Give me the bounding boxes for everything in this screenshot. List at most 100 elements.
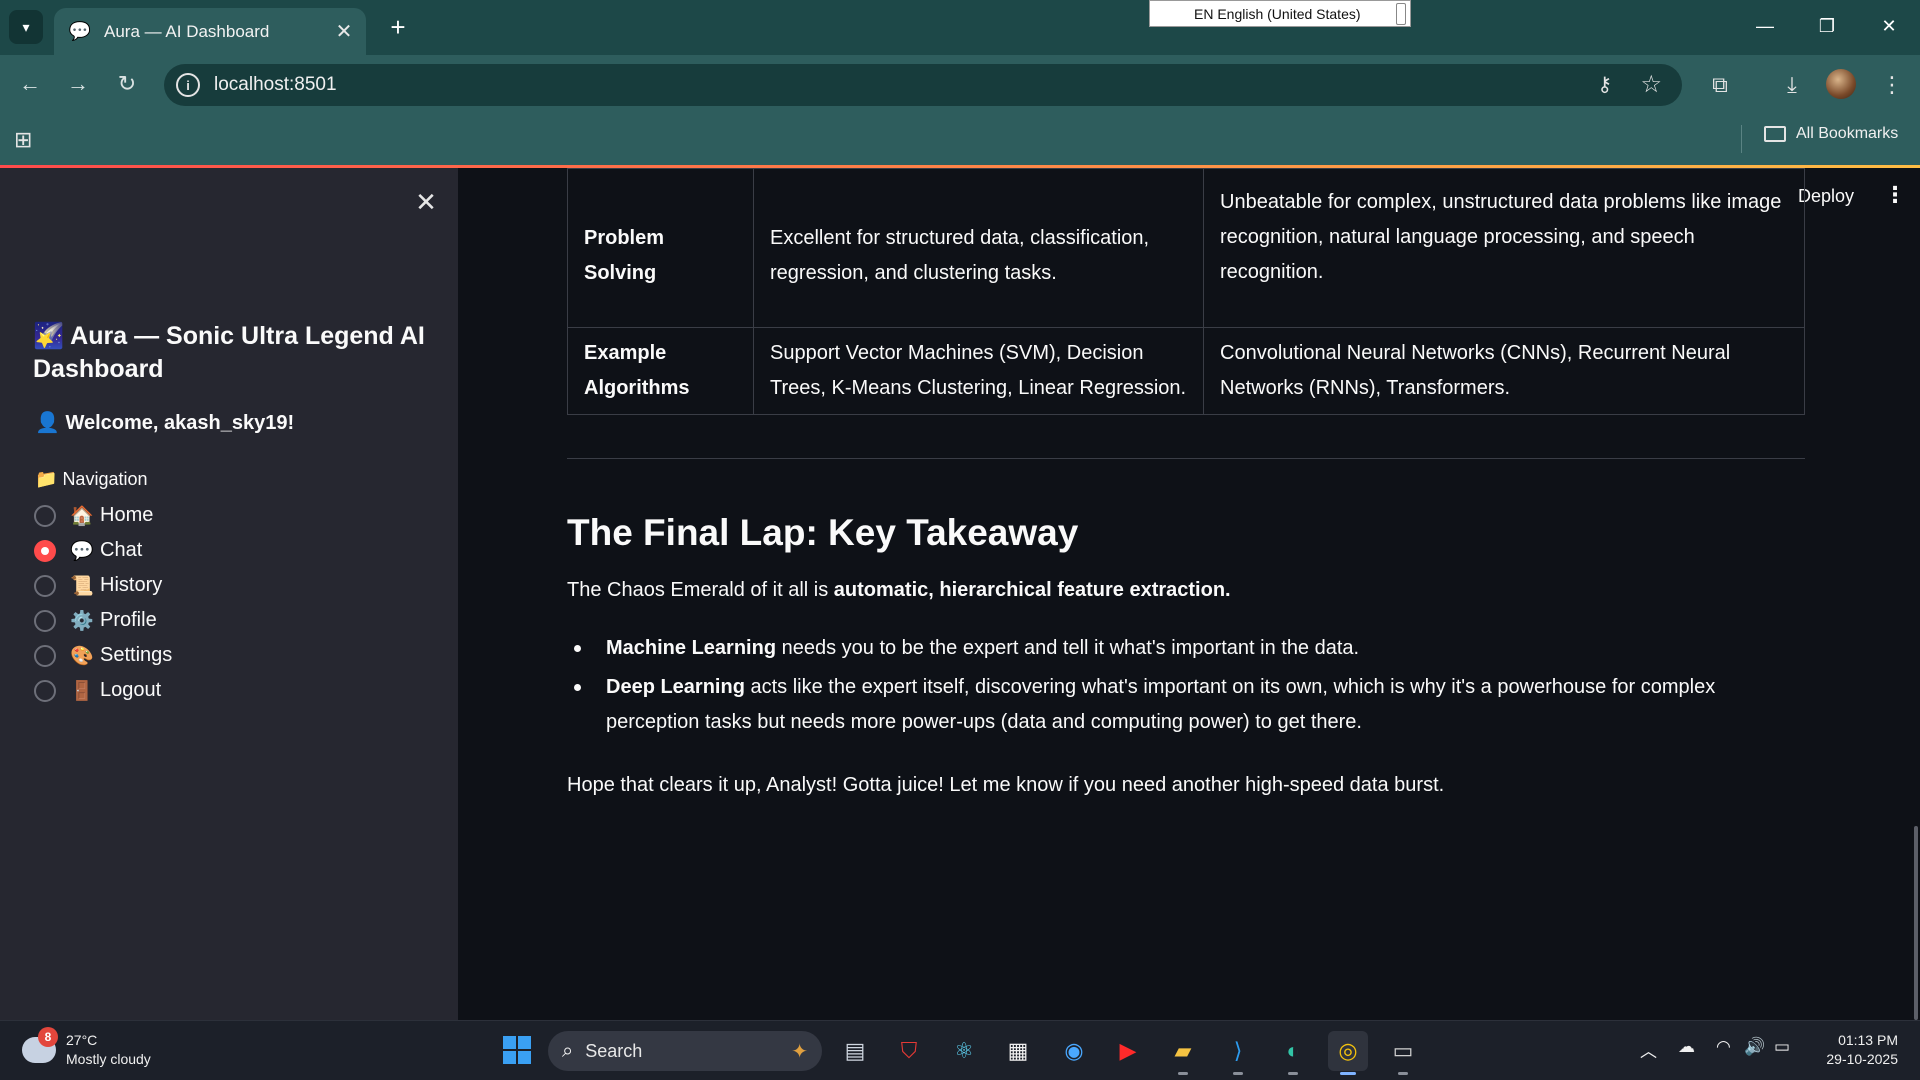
minimize-button[interactable]: — (1740, 8, 1790, 44)
search-icon: ⌕ (562, 1039, 574, 1062)
speech-bubble-favicon-icon: 💬 (68, 21, 92, 41)
welcome-message: 👤 Welcome, akash_sky19! (35, 410, 294, 435)
list-item-term: Machine Learning (606, 637, 777, 659)
apps-grid-icon[interactable]: ⊞ (14, 127, 32, 153)
search-label: Search (585, 1040, 643, 1061)
address-bar[interactable]: i localhost:8501 ⚷ ☆ (164, 64, 1682, 106)
clock-date: 29-10-2025 (1826, 1051, 1898, 1067)
react-atom-icon[interactable]: ⚛ (944, 1031, 984, 1071)
nav-item-home[interactable]: 🏠 Home (34, 498, 172, 533)
list-item-term: Deep Learning (606, 676, 745, 698)
docker-icon[interactable]: ◉ (1054, 1031, 1094, 1071)
file-explorer-icon[interactable]: ▰ (1163, 1031, 1203, 1075)
radio-button[interactable] (34, 609, 56, 632)
table-cell: Convolutional Neural Networks (CNNs), Re… (1203, 327, 1805, 415)
scrollbar-thumb[interactable] (1914, 826, 1918, 1020)
nav-item-label: Profile (100, 609, 157, 631)
taskbar-search[interactable]: ⌕ Search ✦ (548, 1031, 822, 1071)
reload-icon[interactable]: ↻ (108, 65, 146, 103)
weather-widget[interactable]: 8 27°C Mostly cloudy (22, 1027, 151, 1069)
new-tab-button[interactable]: + (382, 12, 414, 44)
radio-button[interactable] (34, 644, 56, 667)
language-indicator[interactable]: EN English (United States) (1149, 0, 1411, 27)
tray-chevron-up-icon[interactable]: ︿ (1640, 1037, 1657, 1062)
table-cell: Excellent for structured data, classific… (753, 168, 1204, 328)
password-key-icon[interactable]: ⚷ (1597, 72, 1612, 97)
site-info-icon[interactable]: i (176, 73, 200, 97)
browser-tab[interactable]: 💬 Aura — AI Dashboard ✕ (54, 8, 366, 55)
nav-item-label: Home (100, 504, 154, 526)
table-row: Problem Solving Excellent for structured… (567, 168, 1805, 328)
download-icon[interactable]: ⤓ (1774, 67, 1810, 103)
tab-title: Aura — AI Dashboard (104, 21, 270, 41)
nav-item-profile[interactable]: ⚙️ Profile (34, 603, 172, 638)
language-scroll-icon (1396, 3, 1406, 25)
bookmarks-separator (1741, 125, 1742, 153)
bookmarks-bar: ⊞ All Bookmarks (0, 115, 1920, 165)
nav-item-history[interactable]: 📜 History (34, 568, 172, 603)
navigation-label: 📁 Navigation (35, 469, 148, 490)
tab-close-icon[interactable]: ✕ (330, 19, 358, 44)
door-icon: 🚪 (70, 680, 94, 702)
extensions-puzzle-icon[interactable]: ⧉ (1702, 67, 1738, 103)
radio-button[interactable] (34, 679, 56, 702)
nav-item-chat[interactable]: 💬 Chat (34, 533, 172, 568)
terminal-icon[interactable]: ▭ (1383, 1031, 1423, 1075)
app-menu-icon[interactable]: ⋮ (1884, 182, 1906, 208)
url-text[interactable]: localhost:8501 (214, 74, 337, 96)
close-window-button[interactable]: ✕ (1864, 8, 1914, 44)
mcafee-icon[interactable]: ⛉ (889, 1031, 929, 1071)
nav-item-label: History (100, 574, 163, 596)
nav-item-logout[interactable]: 🚪 Logout (34, 673, 172, 708)
nav-item-label: Chat (100, 539, 143, 561)
onedrive-cloud-icon[interactable]: ☁ (1678, 1037, 1695, 1057)
notification-badge: 8 (38, 1027, 58, 1047)
folder-icon (1764, 126, 1786, 142)
running-indicator (1288, 1072, 1298, 1075)
takeaway-list: Machine Learning needs you to be the exp… (567, 631, 1805, 744)
sidebar: ✕ 🌠 Aura — Sonic Ultra Legend AI Dashboa… (0, 168, 458, 1020)
browser-tab-bar: ▾ 💬 Aura — AI Dashboard ✕ + EN English (… (0, 0, 1920, 55)
bookmark-star-icon[interactable]: ☆ (1640, 70, 1662, 99)
wifi-icon[interactable]: ◠ (1716, 1037, 1731, 1057)
deploy-button[interactable]: Deploy (1798, 186, 1854, 207)
vscode-icon[interactable]: ⟩ (1218, 1031, 1258, 1075)
all-bookmarks-button[interactable]: All Bookmarks (1764, 125, 1898, 143)
task-view-icon[interactable]: ▤ (835, 1031, 875, 1071)
navigation-radio-group: 🏠 Home 💬 Chat 📜 History ⚙️ Profile 🎨 Set… (34, 498, 172, 708)
volume-icon[interactable]: 🔊 (1744, 1037, 1765, 1057)
nav-item-settings[interactable]: 🎨 Settings (34, 638, 172, 673)
all-bookmarks-label: All Bookmarks (1796, 125, 1899, 142)
intro-paragraph: The Chaos Emerald of it all is automatic… (567, 573, 1231, 608)
start-windows-icon[interactable] (503, 1036, 531, 1064)
list-item-text: acts like the expert itself, discovering… (606, 676, 1716, 733)
scroll-icon: 📜 (70, 575, 94, 597)
browser-menu-icon[interactable]: ⋮ (1874, 67, 1910, 103)
comet-icon: 🌠 (33, 322, 65, 350)
tab-search-button[interactable]: ▾ (9, 10, 43, 44)
system-clock[interactable]: 01:13 PM 29-10-2025 (1810, 1031, 1898, 1069)
welcome-text: Welcome, akash_sky19! (65, 412, 295, 434)
cloud-icon: 8 (22, 1027, 58, 1063)
back-arrow-icon[interactable]: ← (11, 65, 49, 103)
battery-icon[interactable]: ▭ (1774, 1037, 1790, 1057)
forward-arrow-icon[interactable]: → (59, 65, 97, 103)
closing-paragraph: Hope that clears it up, Analyst! Gotta j… (567, 774, 1445, 796)
radio-button-selected[interactable] (34, 539, 56, 562)
youtube-icon[interactable]: ▶ (1108, 1031, 1148, 1071)
search-highlight-icon: ✦ (791, 1040, 808, 1063)
windows-taskbar: 8 27°C Mostly cloudy ⌕ Search ✦ ▤ ⛉ ⚛ ▦ … (0, 1020, 1920, 1080)
language-indicator-text: EN English (United States) (1194, 5, 1361, 22)
user-silhouette-icon: 👤 (35, 412, 60, 434)
edge-icon[interactable]: ◐ (1273, 1031, 1313, 1075)
close-sidebar-icon[interactable]: ✕ (410, 186, 442, 218)
profile-avatar[interactable] (1826, 69, 1856, 99)
restore-button[interactable]: ❐ (1802, 8, 1852, 44)
chrome-icon[interactable]: ◎ (1328, 1031, 1368, 1075)
radio-button[interactable] (34, 504, 56, 527)
intro-bold-text: automatic, hierarchical feature extracti… (833, 579, 1231, 601)
sidebar-title: 🌠 Aura — Sonic Ultra Legend AI Dashboard (33, 320, 433, 386)
radio-button[interactable] (34, 574, 56, 597)
nav-item-label: Settings (100, 644, 173, 666)
microsoft-store-icon[interactable]: ▦ (998, 1031, 1038, 1071)
